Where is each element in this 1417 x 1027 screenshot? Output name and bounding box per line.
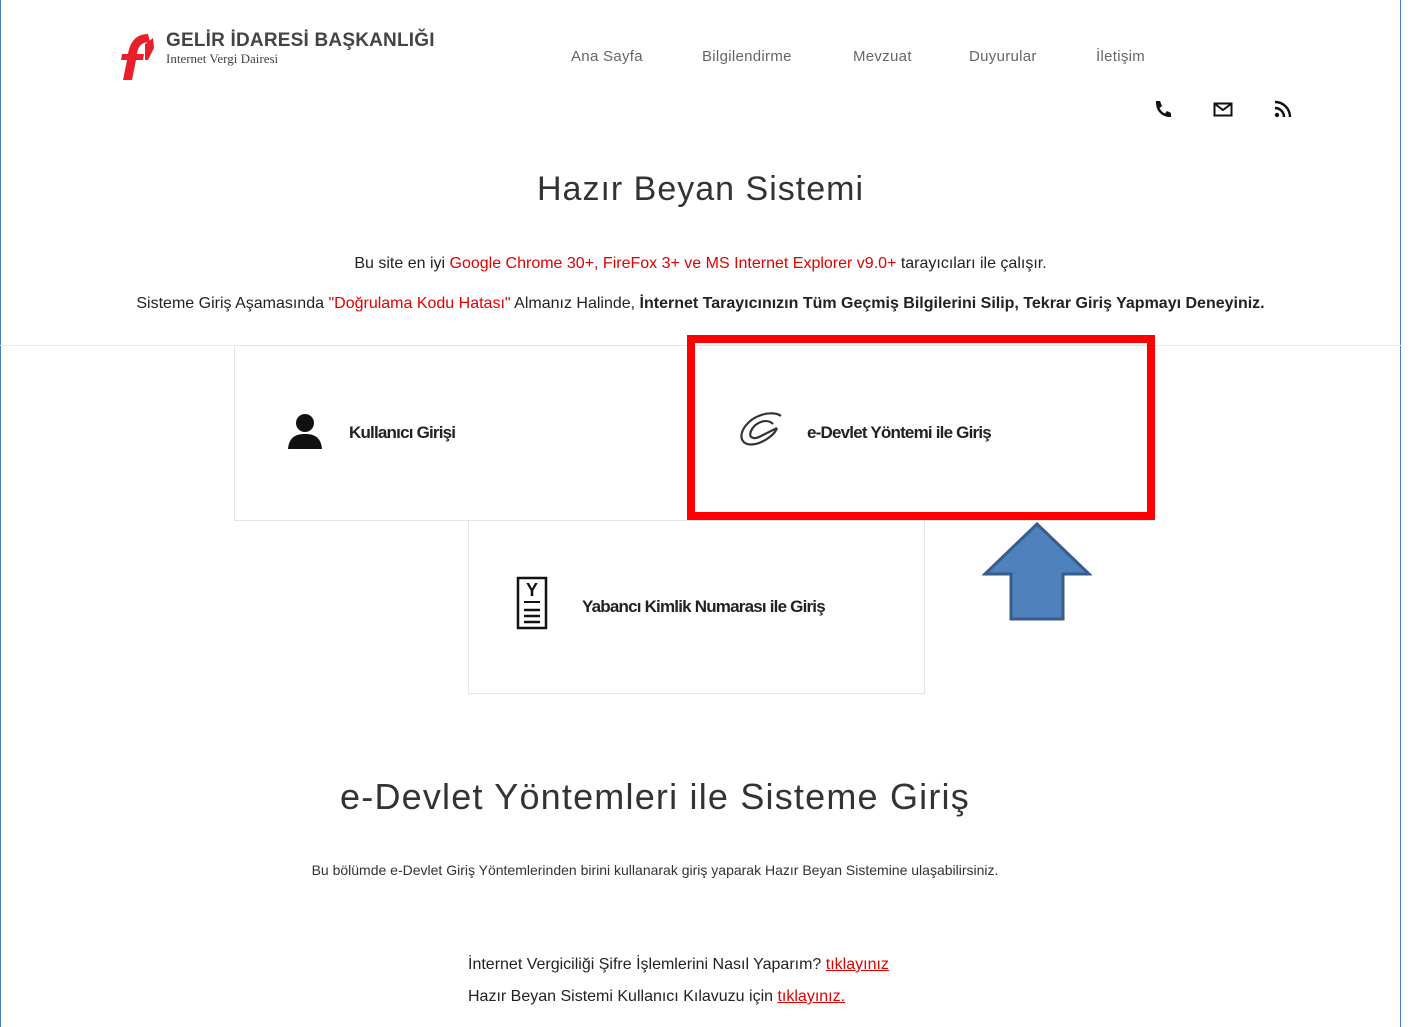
nav-mevzuat[interactable]: Mevzuat [853,48,912,65]
gib-logo-icon [121,34,154,80]
user-icon [288,414,322,449]
org-title: GELİR İDARESİ BAŞKANLIĞI [166,30,435,51]
user-login-label: Kullanıcı Girişi [349,423,456,442]
verification-error-note: Sisteme Giriş Aşamasında "Doğrulama Kodu… [0,295,1401,313]
foreign-id-icon-letter: Y [525,580,538,600]
foreign-id-login-label: Yabancı Kimlik Numarası ile Giriş [582,597,826,616]
error-advice: İnternet Tarayıcınızın Tüm Geçmiş Bilgil… [639,295,1265,312]
edevlet-section-title: e-Devlet Yöntemleri ile Sisteme Giriş [340,776,970,817]
password-help-link[interactable]: tıklayınız [826,956,889,973]
password-help-text: İnternet Vergiciliği Şifre İşlemlerini N… [468,956,826,973]
user-guide-line: Hazır Beyan Sistemi Kullanıcı Kılavuzu i… [468,988,845,1006]
rss-icon[interactable] [1272,98,1294,120]
org-subtitle: Internet Vergi Dairesi [166,51,279,66]
browser-support-note: Bu site en iyi Google Chrome 30+, FireFo… [0,255,1401,273]
annotation-up-arrow [982,522,1092,621]
gib-logo[interactable]: GELİR İDARESİ BAŞKANLIĞI Internet Vergi … [118,30,435,82]
user-guide-link[interactable]: tıklayınız. [777,988,845,1005]
mail-icon[interactable] [1212,98,1234,120]
error-name: "Doğrulama Kodu Hatası" [328,295,511,312]
supported-browsers: Google Chrome 30+, FireFox 3+ ve MS Inte… [449,255,897,272]
browser-note-prefix: Bu site en iyi [354,255,450,272]
user-guide-text: Hazır Beyan Sistemi Kullanıcı Kılavuzu i… [468,988,778,1005]
nav-duyurular[interactable]: Duyurular [969,48,1037,65]
password-help-line: İnternet Vergiciliği Şifre İşlemlerini N… [468,956,889,974]
browser-note-suffix: tarayıcıları ile çalışır. [896,255,1047,272]
foreign-id-document-icon: Y [516,576,548,630]
user-login-button[interactable]: Kullanıcı Girişi [234,345,691,521]
nav-bilgilendirme[interactable]: Bilgilendirme [702,48,792,65]
edevlet-section-description: Bu bölümde e-Devlet Giriş Yöntemlerinden… [311,862,999,878]
foreign-id-login-button[interactable]: Y Yabancı Kimlik Numarası ile Giriş [468,520,925,694]
nav-ana-sayfa[interactable]: Ana Sayfa [571,48,643,65]
annotation-highlight-box [687,335,1155,520]
phone-icon[interactable] [1152,98,1174,120]
page-title: Hazır Beyan Sistemi [537,170,864,208]
error-note-prefix: Sisteme Giriş Aşamasında [136,295,329,312]
nav-iletisim[interactable]: İletişim [1096,48,1145,65]
error-note-middle: Almanız Halinde, [510,295,640,312]
